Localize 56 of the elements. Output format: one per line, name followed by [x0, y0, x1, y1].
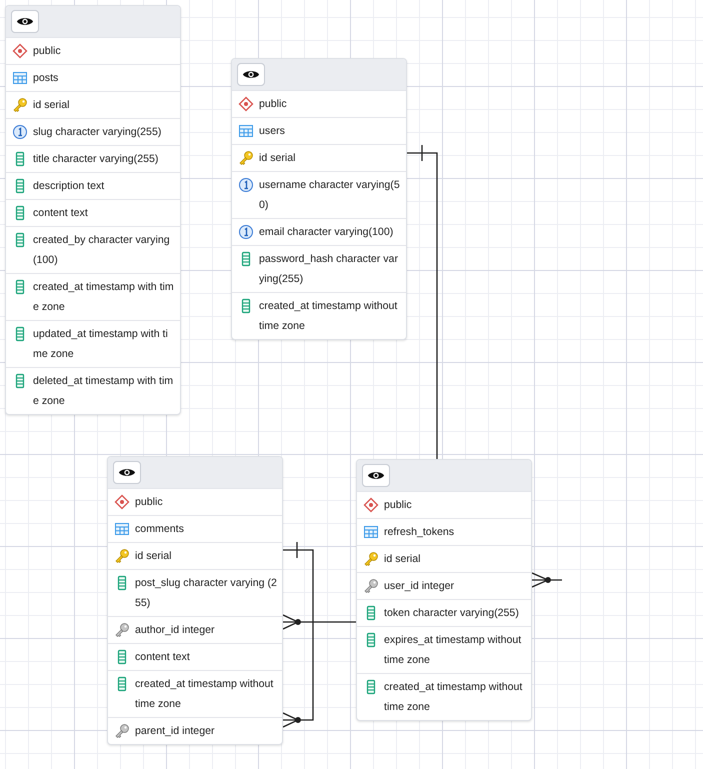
key-icon [363, 551, 379, 567]
eye-icon[interactable] [11, 10, 39, 33]
schema-diamond-icon [114, 494, 130, 510]
eye-icon[interactable] [113, 461, 141, 484]
column-name: created_at timestamp without time zone [259, 299, 398, 334]
schema-diamond-icon [12, 43, 28, 59]
key-icon [114, 622, 130, 638]
column-name: created_at timestamp with time zone [33, 280, 175, 315]
table-name: comments [135, 522, 184, 537]
column-name: password_hash character varying(255) [259, 252, 399, 287]
column-name: updated_at timestamp with time zone [33, 327, 169, 362]
column-name: deleted_at timestamp with time zone [33, 374, 174, 409]
schema-name: public [259, 97, 287, 112]
column-name: user_id integer [384, 579, 454, 594]
key-icon [114, 548, 130, 564]
column-name: description text [33, 179, 104, 194]
column-name: created_at timestamp without time zone [135, 677, 274, 712]
unique-number-icon [238, 224, 254, 240]
column-name: parent_id integer [135, 724, 215, 739]
relationship-line [531, 572, 563, 588]
schema-diamond-icon [363, 497, 379, 513]
schema-name: public [384, 498, 412, 513]
eye-icon[interactable] [237, 63, 265, 86]
column-name: id serial [135, 549, 172, 564]
column-name: expires_at timestamp without time zone [384, 633, 522, 668]
column-name: email character varying(100) [259, 225, 394, 240]
column-name: slug character varying(255) [33, 125, 162, 140]
column-name: created_by character varying(100) [33, 233, 171, 268]
table-name: posts [33, 71, 58, 86]
table-grid-icon [363, 524, 379, 540]
column-name: content text [33, 206, 88, 221]
column-name: id serial [33, 98, 70, 113]
column-name: token character varying(255) [384, 606, 519, 621]
column-name: created_at timestamp without time zone [384, 680, 524, 715]
schema-name: public [33, 44, 61, 59]
column-name: id serial [384, 552, 421, 567]
unique-number-icon [238, 177, 254, 193]
key-icon [12, 97, 28, 113]
eye-icon[interactable] [362, 464, 390, 487]
table-grid-icon [114, 521, 130, 537]
key-icon [363, 578, 379, 594]
column-name: title character varying(255) [33, 152, 158, 167]
unique-number-icon [12, 124, 28, 140]
table-name: refresh_tokens [384, 525, 454, 540]
column-name: id serial [259, 151, 296, 166]
column-name: post_slug character varying (255) [135, 576, 278, 611]
table-grid-icon [238, 123, 254, 139]
schema-name: public [135, 495, 163, 510]
table-name: users [259, 124, 285, 139]
key-icon [114, 723, 130, 739]
column-name: username character varying(50) [259, 178, 401, 213]
column-name: author_id integer [135, 623, 215, 638]
key-icon [238, 150, 254, 166]
column-name: content text [135, 650, 190, 665]
schema-diamond-icon [238, 96, 254, 112]
table-grid-icon [12, 70, 28, 86]
